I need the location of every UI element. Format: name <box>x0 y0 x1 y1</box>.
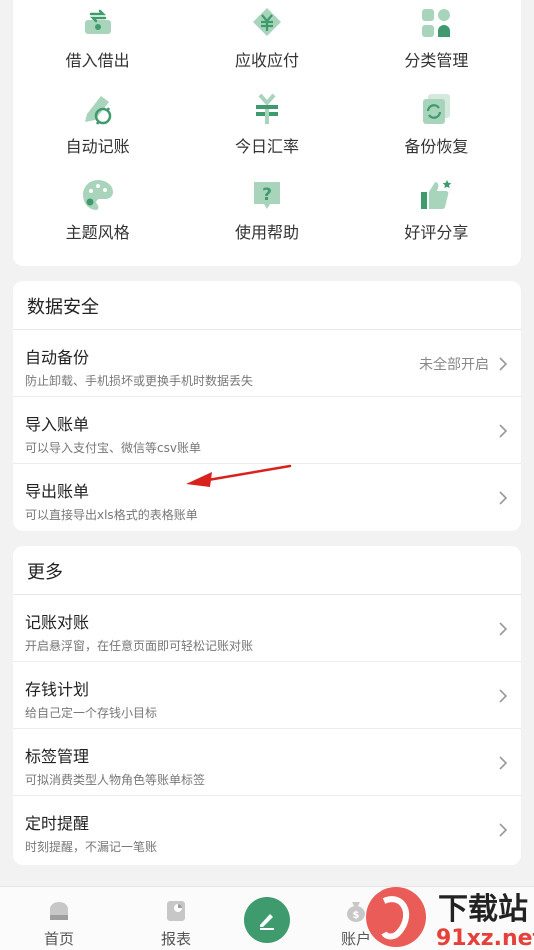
import-bill-row[interactable]: 导入账单 可以导入支付宝、微信等csv账单 <box>13 397 521 464</box>
row-title: 自动备份 <box>25 348 90 367</box>
section-title: 数据安全 <box>13 281 521 330</box>
row-status-value: 未全部开启 <box>419 357 489 373</box>
tools-grid: 借入借出 应收应付 分类管理 自动记账 今日汇率 备份恢复 主题风格 ? 使用帮… <box>13 0 521 258</box>
section-title: 更多 <box>13 546 521 595</box>
tool-theme-style[interactable]: 主题风格 <box>13 172 182 258</box>
tool-label: 自动记账 <box>65 137 130 156</box>
tool-category-manage[interactable]: 分类管理 <box>352 0 521 86</box>
row-title: 导出账单 <box>25 482 90 501</box>
help-icon: ? <box>250 178 284 212</box>
report-icon <box>167 901 185 921</box>
thumbs-up-icon <box>419 178 453 212</box>
nav-home[interactable]: 首页 <box>19 887 99 950</box>
row-subtitle: 可以直接导出xls格式的表格账单 <box>25 508 198 522</box>
tool-borrow-lend[interactable]: 借入借出 <box>13 0 182 86</box>
svg-text:$: $ <box>353 910 360 921</box>
row-subtitle: 可拟消费类型人物角色等账单标签 <box>25 773 206 787</box>
category-grid-icon <box>419 6 453 40</box>
exchange-money-icon <box>81 6 115 40</box>
yuan-receivable-icon <box>250 6 284 40</box>
home-icon <box>50 902 68 920</box>
tool-receivable-payable[interactable]: 应收应付 <box>182 0 351 86</box>
tool-rate-share[interactable]: 好评分享 <box>352 172 521 258</box>
chevron-right-icon <box>499 823 508 837</box>
row-title: 存钱计划 <box>25 680 90 699</box>
watermark-logo: 下载站 91xz.net <box>362 883 534 950</box>
watermark-cn: 下载站 <box>438 892 528 927</box>
tool-label: 今日汇率 <box>234 137 299 156</box>
exchange-rate-icon <box>250 92 284 126</box>
tool-label: 分类管理 <box>404 51 469 70</box>
row-subtitle: 防止卸载、手机损坏或更换手机时数据丢失 <box>25 374 254 388</box>
pencil-icon <box>260 914 274 930</box>
more-card: 更多 记账对账 开启悬浮窗，在任意页面即可轻松记账对账 存钱计划 给自己定一个存… <box>13 546 521 865</box>
auto-record-icon <box>81 92 115 126</box>
tool-auto-record[interactable]: 自动记账 <box>13 86 182 172</box>
tag-manage-row[interactable]: 标签管理 可拟消费类型人物角色等账单标签 <box>13 729 521 796</box>
tool-label: 借入借出 <box>65 51 130 70</box>
annotation-arrow <box>186 464 292 487</box>
tool-usage-help[interactable]: ? 使用帮助 <box>182 172 351 258</box>
row-title: 定时提醒 <box>25 814 90 833</box>
tool-label: 备份恢复 <box>404 137 469 156</box>
row-subtitle: 开启悬浮窗，在任意页面即可轻松记账对账 <box>25 639 254 653</box>
chevron-right-icon <box>499 622 508 636</box>
tool-exchange-rate[interactable]: 今日汇率 <box>182 86 351 172</box>
tool-label: 应收应付 <box>234 51 299 70</box>
data-security-card: 数据安全 自动备份 防止卸载、手机损坏或更换手机时数据丢失 未全部开启 导入账单… <box>13 281 521 531</box>
row-title: 标签管理 <box>25 747 90 766</box>
add-record-button[interactable] <box>244 897 290 943</box>
chevron-right-icon <box>499 357 508 371</box>
chevron-right-icon <box>499 491 508 505</box>
auto-backup-row[interactable]: 自动备份 防止卸载、手机损坏或更换手机时数据丢失 未全部开启 <box>13 330 521 397</box>
chevron-right-icon <box>499 756 508 770</box>
row-subtitle: 时刻提醒，不漏记一笔账 <box>25 840 158 854</box>
tool-label: 使用帮助 <box>234 223 299 242</box>
tool-backup-restore[interactable]: 备份恢复 <box>352 86 521 172</box>
backup-restore-icon <box>419 92 453 126</box>
tool-label: 主题风格 <box>65 223 130 242</box>
nav-report[interactable]: 报表 <box>136 887 216 950</box>
reconcile-row[interactable]: 记账对账 开启悬浮窗，在任意页面即可轻松记账对账 <box>13 595 521 662</box>
chevron-right-icon <box>499 689 508 703</box>
saving-plan-row[interactable]: 存钱计划 给自己定一个存钱小目标 <box>13 662 521 729</box>
row-subtitle: 给自己定一个存钱小目标 <box>25 706 158 720</box>
timed-reminder-row[interactable]: 定时提醒 时刻提醒，不漏记一笔账 <box>13 796 521 863</box>
svg-text:?: ? <box>262 185 272 205</box>
row-subtitle: 可以导入支付宝、微信等csv账单 <box>25 441 201 455</box>
nav-report-label: 报表 <box>160 930 191 948</box>
watermark-en: 91xz.net <box>436 926 534 950</box>
row-title: 导入账单 <box>25 415 90 434</box>
tool-label: 好评分享 <box>404 223 469 242</box>
palette-icon <box>81 178 115 212</box>
row-title: 记账对账 <box>25 613 90 632</box>
tools-card: 借入借出 应收应付 分类管理 自动记账 今日汇率 备份恢复 主题风格 ? 使用帮… <box>13 0 521 266</box>
chevron-right-icon <box>499 424 508 438</box>
nav-home-label: 首页 <box>43 930 74 948</box>
